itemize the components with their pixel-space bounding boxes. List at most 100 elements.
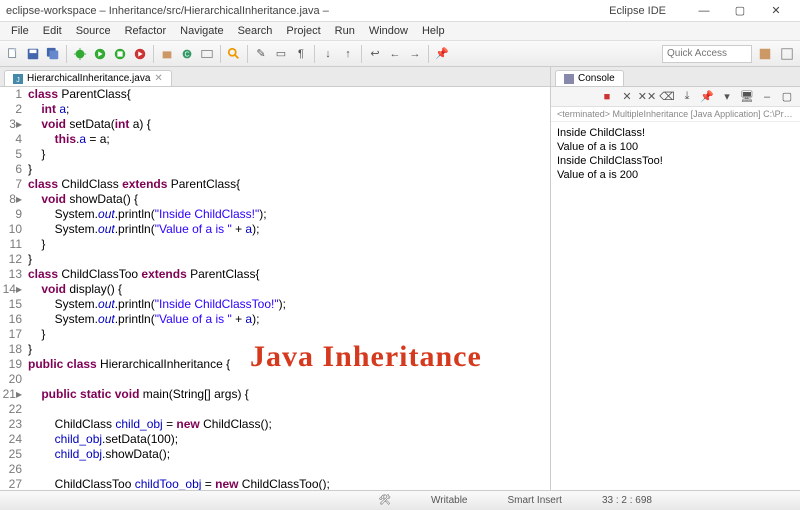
pin-console-icon[interactable]: 📌 [698,88,716,106]
code-line[interactable]: 12} [0,252,550,267]
code-line[interactable]: 19public class HierarchicalInheritance { [0,357,550,372]
code-line[interactable]: 10 System.out.println("Value of a is " +… [0,222,550,237]
menu-file[interactable]: File [4,23,36,39]
minimize-button[interactable]: — [686,5,722,17]
menu-source[interactable]: Source [69,23,118,39]
code-line[interactable]: 22 [0,402,550,417]
code-line[interactable]: 6} [0,162,550,177]
new-icon[interactable] [4,45,22,63]
line-content: class ParentClass{ [28,87,550,102]
search-icon[interactable] [225,45,243,63]
toggle-mark-icon[interactable]: ✎ [252,45,270,63]
menu-help[interactable]: Help [415,23,452,39]
code-line[interactable]: 14▸ void display() { [0,282,550,297]
code-line[interactable]: 4 this.a = a; [0,132,550,147]
code-line[interactable]: 2 int a; [0,102,550,117]
toggle-block-icon[interactable]: ▭ [272,45,290,63]
code-line[interactable]: 5 } [0,147,550,162]
code-line[interactable]: 9 System.out.println("Inside ChildClass!… [0,207,550,222]
maximize-view-icon[interactable]: ▢ [778,88,796,106]
code-line[interactable]: 27 ChildClassToo childToo_obj = new Chil… [0,477,550,490]
svg-text:C: C [184,51,189,58]
code-line[interactable]: 13class ChildClassToo extends ParentClas… [0,267,550,282]
minimize-view-icon[interactable]: – [758,88,776,106]
editor-tabrow: J HierarchicalInheritance.java ✕ [0,67,550,87]
line-content: } [28,327,550,342]
svg-text:J: J [16,77,20,84]
line-content: void showData() { [28,192,550,207]
code-line[interactable]: 18} [0,342,550,357]
code-line[interactable]: 21▸ public static void main(String[] arg… [0,387,550,402]
maximize-button[interactable]: ▢ [722,4,758,17]
code-line[interactable]: 11 } [0,237,550,252]
line-number: 18 [0,342,28,357]
remove-launch-icon[interactable]: ✕ [618,88,636,106]
open-type-icon[interactable] [198,45,216,63]
terminate-icon[interactable]: ■ [598,88,616,106]
display-select-icon[interactable]: ▾ [718,88,736,106]
line-content: System.out.println("Inside ChildClass!")… [28,207,550,222]
line-content: ChildClassToo childToo_obj = new ChildCl… [28,477,550,490]
new-class-icon[interactable]: C [178,45,196,63]
line-number: 24 [0,432,28,447]
menu-edit[interactable]: Edit [36,23,69,39]
editor-tab[interactable]: J HierarchicalInheritance.java ✕ [4,70,172,86]
open-perspective-icon[interactable] [778,45,796,63]
code-line[interactable]: 20 [0,372,550,387]
open-console-icon[interactable]: 🖥 [738,88,756,106]
new-package-icon[interactable] [158,45,176,63]
code-line[interactable]: 26 [0,462,550,477]
console-tab[interactable]: Console [555,70,624,86]
last-edit-icon[interactable]: ↩ [366,45,384,63]
line-content: } [28,147,550,162]
code-line[interactable]: 3▸ void setData(int a) { [0,117,550,132]
code-editor[interactable]: 1class ParentClass{2 int a;3▸ void setDa… [0,87,550,490]
perspective-java-icon[interactable] [756,45,774,63]
console-line: Value of a is 100 [557,140,794,154]
toolbar-separator [66,45,67,63]
line-content: System.out.println("Value of a is " + a)… [28,312,550,327]
save-icon[interactable] [24,45,42,63]
code-line[interactable]: 7class ChildClass extends ParentClass{ [0,177,550,192]
menu-window[interactable]: Window [362,23,415,39]
menu-refactor[interactable]: Refactor [118,23,174,39]
close-tab-icon[interactable]: ✕ [154,73,162,84]
code-line[interactable]: 23 ChildClass child_obj = new ChildClass… [0,417,550,432]
code-line[interactable]: 16 System.out.println("Value of a is " +… [0,312,550,327]
statusbar: 🛠 Writable Smart Insert 33 : 2 : 698 [0,490,800,510]
code-line[interactable]: 15 System.out.println("Inside ChildClass… [0,297,550,312]
code-line[interactable]: 24 child_obj.setData(100); [0,432,550,447]
line-content: int a; [28,102,550,117]
code-line[interactable]: 8▸ void showData() { [0,192,550,207]
menu-project[interactable]: Project [279,23,327,39]
clear-console-icon[interactable]: ⌫ [658,88,676,106]
coverage-icon[interactable] [111,45,129,63]
debug-icon[interactable] [71,45,89,63]
external-tools-icon[interactable] [131,45,149,63]
code-line[interactable]: 1class ParentClass{ [0,87,550,102]
show-whitespace-icon[interactable]: ¶ [292,45,310,63]
line-number: 14▸ [0,282,28,297]
menu-search[interactable]: Search [231,23,280,39]
forward-icon[interactable]: → [406,45,424,63]
prev-annotation-icon[interactable]: ↑ [339,45,357,63]
quick-access-input[interactable] [662,45,752,63]
line-number: 22 [0,402,28,417]
pin-icon[interactable]: 📌 [433,45,451,63]
remove-all-icon[interactable]: ✕✕ [638,88,656,106]
next-annotation-icon[interactable]: ↓ [319,45,337,63]
run-icon[interactable] [91,45,109,63]
toolbar-separator [314,45,315,63]
toolbar-separator [361,45,362,63]
console-output[interactable]: Inside ChildClass!Value of a is 100Insid… [551,122,800,490]
close-button[interactable]: ✕ [758,4,794,17]
line-number: 11 [0,237,28,252]
save-all-icon[interactable] [44,45,62,63]
back-icon[interactable]: ← [386,45,404,63]
menu-run[interactable]: Run [328,23,362,39]
code-line[interactable]: 25 child_obj.showData(); [0,447,550,462]
line-number: 20 [0,372,28,387]
scroll-lock-icon[interactable]: ⤓ [678,88,696,106]
code-line[interactable]: 17 } [0,327,550,342]
menu-navigate[interactable]: Navigate [173,23,230,39]
